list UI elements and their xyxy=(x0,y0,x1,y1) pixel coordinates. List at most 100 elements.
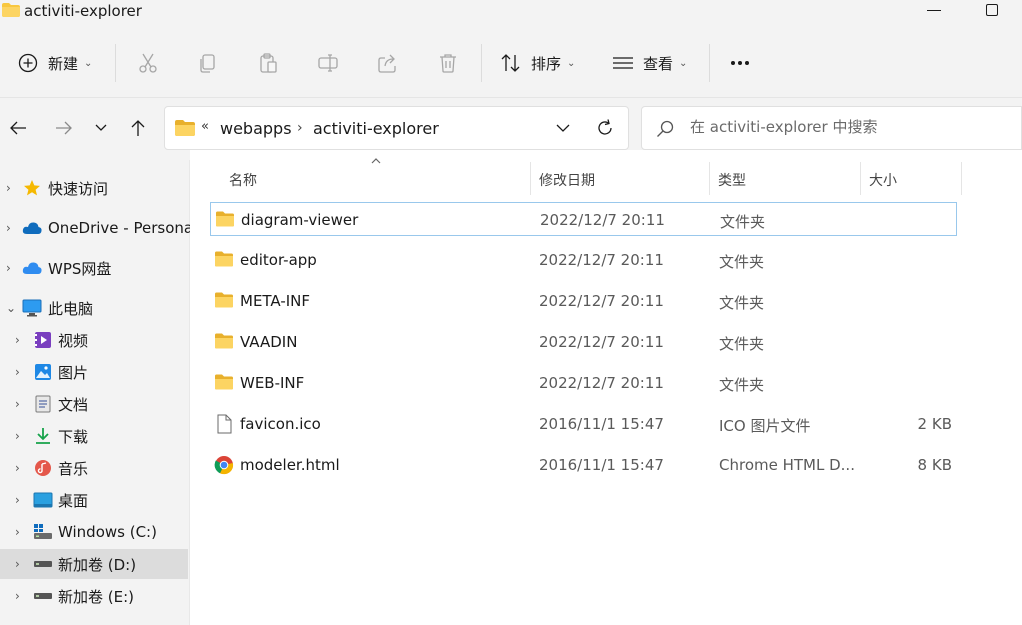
file-row[interactable]: editor-app 2022/12/7 20:11 文件夹 xyxy=(210,243,957,277)
navigation-pane: › 快速访问 › OneDrive - Persona › WPS网盘 ⌄ 此电脑 › 视频 › 图片… xyxy=(0,160,193,625)
sidebar-item-10[interactable]: › Windows (C:) xyxy=(0,517,188,547)
address-bar[interactable]: « webapps › activiti-explorer xyxy=(164,106,629,150)
new-label: 新建 xyxy=(48,54,79,73)
paste-button[interactable] xyxy=(257,28,279,98)
rename-icon xyxy=(318,54,338,72)
file-type: 文件夹 xyxy=(719,335,765,353)
column-divider[interactable] xyxy=(961,162,962,195)
trash-icon xyxy=(440,54,456,73)
file-row[interactable]: VAADIN 2022/12/7 20:11 文件夹 xyxy=(210,325,957,359)
sidebar-item-3[interactable]: ⌄ 此电脑 xyxy=(0,293,188,323)
chevron-right-icon[interactable]: › xyxy=(6,221,11,235)
chevron-right-icon[interactable]: › xyxy=(15,333,20,347)
chevron-right-icon[interactable]: › xyxy=(15,461,20,475)
sidebar-item-7[interactable]: › 下载 xyxy=(0,421,188,451)
sort-button[interactable]: 排序 ⌄ xyxy=(500,28,575,98)
minimize-button[interactable] xyxy=(927,10,941,11)
sidebar-item-4[interactable]: › 视频 xyxy=(0,325,188,355)
new-button[interactable]: 新建 ⌄ xyxy=(18,28,92,98)
file-type: 文件夹 xyxy=(720,213,766,231)
file-row[interactable]: diagram-viewer 2022/12/7 20:11 文件夹 xyxy=(210,202,957,236)
chevron-right-icon[interactable]: › xyxy=(6,181,11,195)
refresh-icon[interactable] xyxy=(595,118,615,138)
sidebar-item-label: 新加卷 (E:) xyxy=(58,587,135,606)
file-row[interactable]: META-INF 2022/12/7 20:11 文件夹 xyxy=(210,284,957,318)
file-name: favicon.ico xyxy=(240,415,321,433)
recent-locations-button[interactable] xyxy=(89,116,113,140)
share-button[interactable] xyxy=(377,28,399,98)
folder-icon xyxy=(175,120,195,136)
computer-icon xyxy=(22,298,42,318)
column-header-size[interactable]: 大小 xyxy=(861,150,961,195)
copy-icon xyxy=(200,54,215,73)
folder-icon xyxy=(214,291,234,311)
sidebar-item-1[interactable]: › OneDrive - Persona xyxy=(0,213,193,243)
back-button[interactable] xyxy=(6,116,30,140)
sort-ascending-icon xyxy=(371,156,381,167)
wps-cloud-icon xyxy=(22,258,42,278)
breadcrumb-overflow[interactable]: « xyxy=(201,119,209,134)
view-button[interactable]: 查看 ⌄ xyxy=(612,28,687,98)
forward-button[interactable] xyxy=(52,116,76,140)
cloud-icon xyxy=(22,218,42,238)
sidebar-item-label: 音乐 xyxy=(58,459,89,478)
file-type: ICO 图片文件 xyxy=(719,417,811,435)
chevron-down-icon: ⌄ xyxy=(567,57,576,69)
file-row[interactable]: modeler.html 2016/11/1 15:47 Chrome HTML D… xyxy=(210,448,957,482)
sidebar-item-11[interactable]: › 新加卷 (D:) xyxy=(0,549,188,579)
document-icon xyxy=(33,394,53,414)
chevron-right-icon[interactable]: › xyxy=(6,261,11,275)
column-header-name[interactable]: 名称 xyxy=(220,150,530,195)
column-name-label: 名称 xyxy=(229,173,257,189)
chevron-right-icon[interactable]: › xyxy=(15,525,20,539)
sidebar-item-5[interactable]: › 图片 xyxy=(0,357,188,387)
file-date: 2016/11/1 15:47 xyxy=(539,456,664,474)
copy-button[interactable] xyxy=(197,28,219,98)
chevron-down-icon[interactable] xyxy=(555,119,571,137)
breadcrumb-webapps[interactable]: webapps xyxy=(220,119,292,138)
up-button[interactable] xyxy=(126,116,150,140)
clipboard-icon xyxy=(260,53,277,73)
search-box[interactable] xyxy=(641,106,1022,150)
sidebar-item-6[interactable]: › 文档 xyxy=(0,389,188,419)
file-name: editor-app xyxy=(240,251,317,269)
more-options-button[interactable] xyxy=(730,28,752,98)
sidebar-item-0[interactable]: › 快速访问 xyxy=(0,173,188,203)
breadcrumb-separator: › xyxy=(297,120,303,136)
folder-icon xyxy=(214,373,234,393)
search-input[interactable] xyxy=(690,118,1010,136)
sidebar-item-2[interactable]: › WPS网盘 xyxy=(0,253,188,283)
windows-drive-icon xyxy=(33,522,53,542)
file-icon xyxy=(214,414,234,434)
plus-circle-icon xyxy=(18,53,38,73)
sort-label: 排序 xyxy=(531,54,562,73)
delete-button[interactable] xyxy=(437,28,459,98)
file-date: 2016/11/1 15:47 xyxy=(539,415,664,433)
sidebar-item-label: 视频 xyxy=(58,331,89,350)
breadcrumb-activiti-explorer[interactable]: activiti-explorer xyxy=(313,119,439,138)
file-row[interactable]: WEB-INF 2022/12/7 20:11 文件夹 xyxy=(210,366,957,400)
rename-button[interactable] xyxy=(317,28,339,98)
column-date-label: 修改日期 xyxy=(539,173,595,189)
chevron-right-icon[interactable]: › xyxy=(15,589,20,603)
file-row[interactable]: favicon.ico 2016/11/1 15:47 ICO 图片文件 2 KB xyxy=(210,407,957,441)
sidebar-item-8[interactable]: › 音乐 xyxy=(0,453,188,483)
chevron-right-icon[interactable]: › xyxy=(15,429,20,443)
picture-icon xyxy=(33,362,53,382)
chevron-right-icon[interactable]: › xyxy=(15,557,20,571)
maximize-button[interactable] xyxy=(986,4,998,16)
file-size: 2 KB xyxy=(917,415,952,433)
chevron-right-icon[interactable]: › xyxy=(15,493,20,507)
sidebar-item-9[interactable]: › 桌面 xyxy=(0,485,188,515)
sidebar-item-12[interactable]: › 新加卷 (E:) xyxy=(0,581,188,611)
chevron-down-icon[interactable]: ⌄ xyxy=(6,301,16,315)
sidebar-item-label: 文档 xyxy=(58,395,89,414)
column-header-date[interactable]: 修改日期 xyxy=(531,150,709,195)
chevron-right-icon[interactable]: › xyxy=(15,365,20,379)
ellipsis-icon xyxy=(731,61,749,65)
column-header-type[interactable]: 类型 xyxy=(710,150,860,195)
chevron-down-icon xyxy=(95,124,107,131)
file-explorer-window: activiti-explorer 新建 ⌄ 排序 ⌄ 查看 ⌄ « webap… xyxy=(0,0,1022,625)
cut-button[interactable] xyxy=(137,28,159,98)
chevron-right-icon[interactable]: › xyxy=(15,397,20,411)
